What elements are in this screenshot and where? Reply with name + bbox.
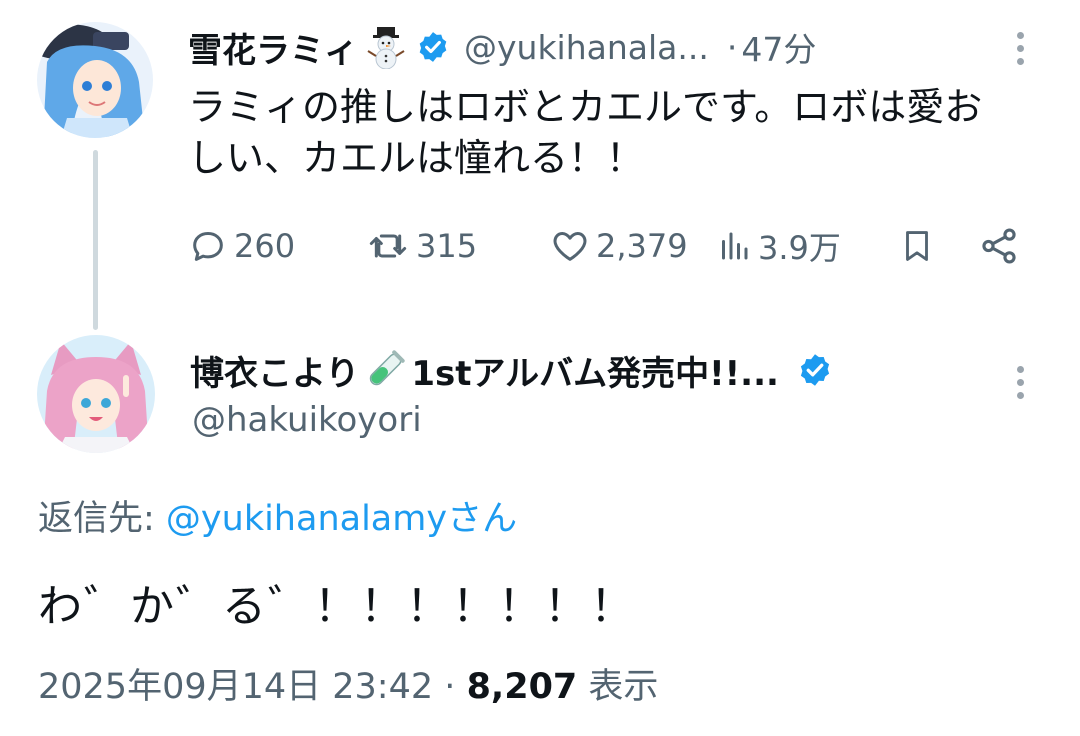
retweet-count: 315: [416, 227, 478, 265]
reply-datetime[interactable]: 2025年09月14日 23:42: [38, 667, 433, 707]
parent-display-name[interactable]: 雪花ラミィ: [188, 23, 358, 72]
replying-to-line: 返信先: @yukihanalamyさん: [38, 490, 517, 541]
replying-to-honorific[interactable]: さん: [447, 499, 517, 539]
like-count: 2,379: [596, 227, 688, 265]
heart-icon: [553, 232, 587, 261]
bookmark-icon: [906, 231, 928, 261]
separator-dot: ·: [726, 27, 738, 67]
verified-badge-icon: [797, 352, 833, 388]
parent-tweet-text: ラミィの推しはロボとカエルです。ロボは愛おしい、カエルは憧れる！！: [188, 85, 983, 180]
parent-tweet-header: 雪花ラミィ @yukihanala... · 47分: [188, 22, 816, 72]
reply-view-label: 表示: [588, 667, 659, 707]
bookmark-button[interactable]: [898, 218, 936, 274]
views-count: 3.9万: [758, 229, 841, 267]
replying-to-handle-link[interactable]: @yukihanalamy: [166, 499, 447, 539]
reply-count: 260: [234, 227, 296, 265]
reply-tweet-text: わ゛か゛る゛！！！！！！！: [38, 581, 636, 632]
bar-chart-icon: [722, 232, 748, 260]
reply-avatar[interactable]: [37, 335, 155, 453]
parent-handle[interactable]: @yukihanala...: [464, 28, 709, 67]
share-button[interactable]: [978, 218, 1020, 274]
separator-dot: ·: [444, 667, 456, 707]
views-button[interactable]: 3.9万: [716, 218, 841, 274]
snowman-emoji-icon: [366, 25, 406, 69]
replying-to-label: 返信先:: [38, 499, 166, 539]
parent-timestamp[interactable]: 47分: [741, 23, 816, 71]
reply-button[interactable]: 260: [188, 218, 295, 274]
reply-display-name-suffix[interactable]: 1stアルバム発売中!!...: [411, 346, 779, 395]
reply-meta-line: 2025年09月14日 23:42 · 8,207 表示: [38, 658, 658, 709]
reply-view-count: 8,207: [466, 667, 578, 707]
retweet-button[interactable]: 315: [366, 218, 477, 274]
reply-more-options-icon[interactable]: [1005, 358, 1035, 406]
tweet-thread-view: 雪花ラミィ @yukihanala... · 47分 ラミィの推しはロボとカエル…: [0, 0, 1080, 736]
retweet-icon: [369, 234, 407, 258]
share-icon: [982, 228, 1016, 264]
reply-tweet-header: 博衣こより 1stアルバム発売中!!...: [190, 344, 833, 396]
parent-more-options-icon[interactable]: [1005, 24, 1035, 72]
test-tube-emoji-icon: [363, 348, 407, 392]
parent-action-bar: 260 315 2,379 3.9万: [188, 218, 1028, 274]
reply-handle[interactable]: @hakuikoyori: [192, 400, 422, 440]
parent-avatar[interactable]: [37, 22, 153, 138]
thread-connector-line: [93, 150, 98, 330]
reply-display-name[interactable]: 博衣こより: [190, 346, 359, 395]
reply-bubble-icon: [193, 232, 223, 261]
like-button[interactable]: 2,379: [550, 218, 688, 274]
verified-badge-icon: [416, 30, 450, 64]
